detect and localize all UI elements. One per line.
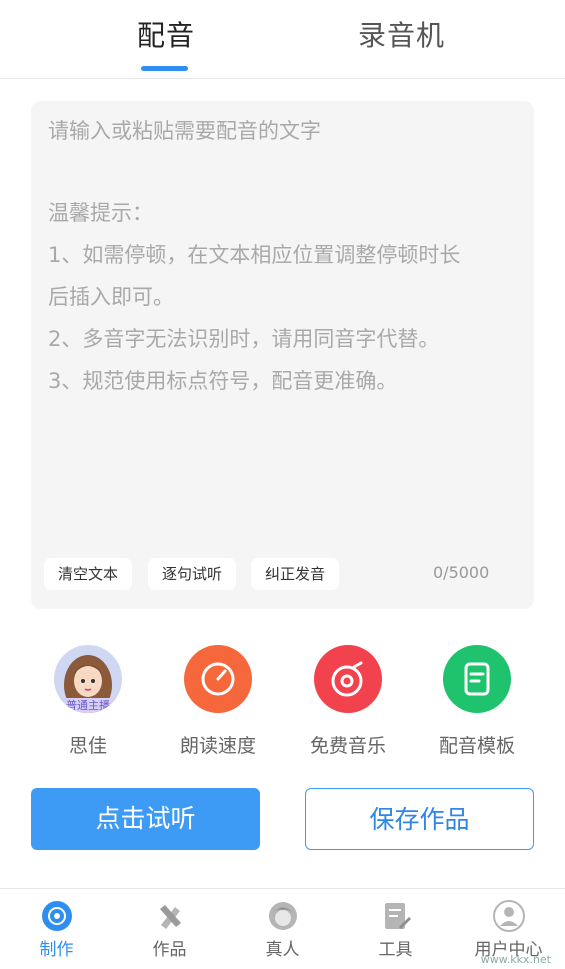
anchor-selector[interactable]: 普通主播 思佳 (23, 645, 153, 758)
tips-line-3: 3、规范使用标点符号，配音更准确。 (48, 369, 398, 393)
nav-label-make: 制作 (39, 940, 74, 960)
bottom-navigation: 制作 作品 真人 工具 用户中心 www.kkx.net (0, 888, 565, 969)
nav-item-tools[interactable]: 工具 (339, 889, 452, 960)
sentence-preview-button[interactable]: 逐句试听 (148, 558, 237, 590)
tips-line-1-cont: 后插入即可。 (48, 285, 174, 309)
pencil-ruler-icon (159, 905, 181, 929)
dub-template-tool[interactable]: 配音模板 (412, 645, 542, 758)
speed-label: 朗读速度 (179, 735, 256, 757)
anchor-avatar[interactable]: 普通主播 (54, 645, 122, 713)
document-edit-icon (384, 903, 411, 929)
nav-label-works: 作品 (152, 940, 187, 960)
speed-button[interactable] (184, 645, 252, 713)
anchor-name: 思佳 (68, 735, 107, 757)
tab-recorder[interactable]: 录音机 (358, 14, 445, 54)
nav-label-human: 真人 (265, 940, 300, 960)
document-icon (464, 662, 490, 696)
music-label: 免费音乐 (309, 735, 386, 757)
disc-icon (41, 901, 72, 931)
anchor-badge: 普通主播 (55, 698, 121, 713)
tab-dubbing[interactable]: 配音 (137, 14, 195, 54)
nav-label-tools: 工具 (378, 940, 413, 960)
save-work-button[interactable]: 保存作品 (305, 788, 534, 850)
music-disc-icon (331, 661, 363, 697)
clear-text-button[interactable]: 清空文本 (44, 558, 133, 590)
char-counter: 0/5000 (433, 563, 490, 582)
music-button[interactable] (314, 645, 382, 713)
text-input-area[interactable]: 请输入或粘贴需要配音的文字 温馨提示： 1、如需停顿，在文本相应位置调整停顿时长… (31, 101, 534, 609)
text-placeholder: 请输入或粘贴需要配音的文字 (48, 119, 321, 143)
watermark: www.kkx.net (480, 953, 551, 966)
nav-item-user-center[interactable]: 用户中心 (452, 889, 565, 960)
tips-line-1: 1、如需停顿，在文本相应位置调整停顿时长 (48, 243, 461, 267)
nav-item-works[interactable]: 作品 (113, 889, 226, 960)
correct-pronunciation-button[interactable]: 纠正发音 (251, 558, 340, 590)
user-icon (492, 900, 525, 932)
speedometer-icon (201, 662, 235, 696)
tips-title: 温馨提示： (48, 201, 153, 225)
nav-item-human[interactable]: 真人 (226, 889, 339, 960)
tips-line-2: 2、多音字无法识别时，请用同音字代替。 (48, 327, 440, 351)
preview-listen-button[interactable]: 点击试听 (31, 788, 260, 850)
person-face-icon (268, 902, 297, 930)
template-button[interactable] (443, 645, 511, 713)
template-label: 配音模板 (438, 735, 515, 757)
free-music-tool[interactable]: 免费音乐 (283, 645, 413, 758)
active-tab-indicator (141, 66, 188, 71)
nav-item-make[interactable]: 制作 (0, 889, 113, 960)
reading-speed-tool[interactable]: 朗读速度 (153, 645, 283, 758)
top-tab-bar: 配音 录音机 (0, 0, 565, 79)
tips-block: 温馨提示： 1、如需停顿，在文本相应位置调整停顿时长 后插入即可。 2、多音字无… (48, 192, 523, 402)
